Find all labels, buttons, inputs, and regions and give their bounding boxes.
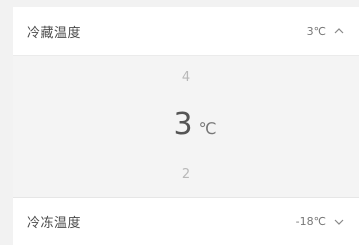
fridge-temperature-summary: 3℃: [307, 25, 345, 38]
picker-unit: ℃: [198, 119, 217, 138]
fridge-temperature-picker[interactable]: 4 3 ℃ 2: [13, 55, 359, 197]
freezer-temperature-label: 冷冻温度: [27, 216, 82, 231]
chevron-down-icon[interactable]: [333, 216, 345, 228]
picker-option-below[interactable]: 2: [13, 167, 359, 182]
picker-selected-value: 3: [173, 107, 193, 142]
freezer-temperature-row[interactable]: 冷冻温度 -18℃: [13, 197, 359, 245]
fridge-temperature-row[interactable]: 冷藏温度 3℃: [13, 7, 359, 55]
chevron-up-icon[interactable]: [333, 25, 345, 37]
freezer-temperature-value: -18℃: [295, 215, 326, 228]
temperature-settings-panel: 冷藏温度 3℃ 4 3 ℃ 2 冷冻温度 -18℃: [13, 7, 359, 245]
picker-option-selected[interactable]: 3 ℃: [13, 107, 359, 142]
freezer-temperature-summary: -18℃: [296, 215, 345, 228]
fridge-temperature-value: 3℃: [306, 24, 326, 38]
picker-option-above[interactable]: 4: [13, 70, 359, 85]
fridge-temperature-label: 冷藏温度: [27, 25, 82, 41]
